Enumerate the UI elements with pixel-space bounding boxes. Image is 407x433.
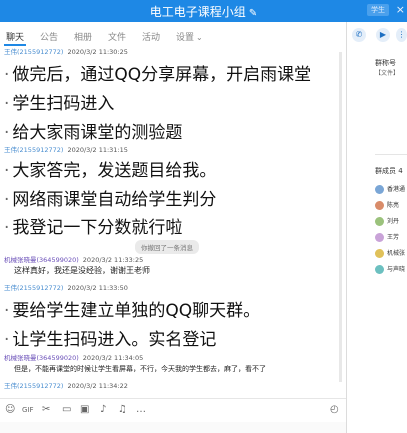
close-icon[interactable]: × xyxy=(396,3,405,16)
tab-settings[interactable]: 设置 ⌄ xyxy=(176,30,203,43)
gif-icon[interactable]: GIF xyxy=(22,406,34,414)
avatar xyxy=(375,265,384,274)
avatar xyxy=(375,217,384,226)
more-icon[interactable]: ⋮ xyxy=(396,28,407,42)
message-text: · 要给学生建立单独的QQ聊天群。 xyxy=(4,296,260,321)
message-content: 给大家雨课堂的测验题 xyxy=(12,123,183,143)
message-content: 网络雨课堂自动给学生判分 xyxy=(12,190,217,210)
message-header: 机械张晓曼(364599020) 2020/3/2 11:34:05 xyxy=(4,352,143,362)
title-bar: 电工电子课程小组 ✎ 学生 × xyxy=(0,0,407,22)
message-header: 王伟(2155912772) 2020/3/2 11:34:22 xyxy=(4,380,128,390)
image-icon[interactable]: ▣ xyxy=(80,404,89,415)
message-text: 但是，不能再课堂的时候让学生看屏幕，不行，今天我的学生都去，麻了，看不了 xyxy=(14,365,266,373)
message-text: · 学生扫码进入 xyxy=(4,89,114,114)
avatar xyxy=(375,249,384,258)
history-icon[interactable]: ◴ xyxy=(330,404,339,415)
message-text: 这样真好，我还是没经验，谢谢王老师 xyxy=(14,266,150,275)
panel-subtitle: 【文件】 xyxy=(375,68,399,77)
message-time: 2020/3/2 11:34:05 xyxy=(82,354,144,362)
message-time: 2020/3/2 11:33:25 xyxy=(82,256,144,264)
group-info-panel: 群称号 【文件】 群成员 4 香港通 陈亮 刘丹 王芳 机械张 与声晓 xyxy=(347,48,407,433)
panel-title: 群称号 xyxy=(375,59,396,67)
message-header: 王伟(2155912772) 2020/3/2 11:30:25 xyxy=(4,46,128,56)
message-content: 要给学生建立单独的QQ聊天群。 xyxy=(12,301,261,321)
phone-icon[interactable]: ✆ xyxy=(352,28,366,42)
message-time: 2020/3/2 11:34:22 xyxy=(67,382,128,390)
message-text: · 网络雨课堂自动给学生判分 xyxy=(4,185,216,210)
bullet-dot: · xyxy=(4,190,10,210)
more-tools-icon[interactable]: … xyxy=(136,404,146,415)
sender-name[interactable]: 机械张晓曼(364599020) xyxy=(4,256,79,264)
message-content: 大家答完，发送题目给我。 xyxy=(12,161,217,181)
message-header: 机械张晓曼(364599020) 2020/3/2 11:33:25 xyxy=(4,254,143,264)
settings-label: 设置 xyxy=(176,33,195,43)
window-button[interactable]: 学生 xyxy=(367,4,389,16)
tab-album[interactable]: 相册 xyxy=(74,30,92,43)
message-content: 我登记一下分数就行啦 xyxy=(12,218,183,238)
bullet-dot: · xyxy=(4,218,10,238)
sender-name[interactable]: 王伟(2155912772) xyxy=(4,382,63,390)
voice-icon[interactable]: ♪ xyxy=(100,404,106,415)
folder-icon[interactable]: ▭ xyxy=(62,404,71,415)
member-item[interactable]: 王芳 xyxy=(375,232,399,242)
bell-icon[interactable]: ♫ xyxy=(118,404,127,415)
member-item[interactable]: 刘丹 xyxy=(375,216,399,226)
bullet-dot: · xyxy=(4,161,10,181)
message-header: 王伟(2155912772) 2020/3/2 11:31:15 xyxy=(4,144,128,154)
message-content: 让学生扫码进入。实名登记 xyxy=(12,330,217,350)
system-notice: 你撤回了一条消息 xyxy=(135,240,199,254)
member-item[interactable]: 与声晓 xyxy=(375,264,405,274)
sender-name[interactable]: 王伟(2155912772) xyxy=(4,284,63,292)
avatar xyxy=(375,233,384,242)
message-time: 2020/3/2 11:30:25 xyxy=(67,48,128,56)
bullet-dot: · xyxy=(4,123,10,143)
screenshot-icon[interactable]: ✂ xyxy=(42,404,50,415)
members-header: 群成员 4 xyxy=(375,167,403,175)
member-name: 陈亮 xyxy=(387,202,400,209)
message-text: · 大家答完，发送题目给我。 xyxy=(4,156,216,181)
bullet-dot: · xyxy=(4,301,10,321)
message-time: 2020/3/2 11:31:15 xyxy=(67,146,128,154)
sender-name[interactable]: 王伟(2155912772) xyxy=(4,146,63,154)
member-item[interactable]: 机械张 xyxy=(375,248,405,258)
chevron-down-icon: ⌄ xyxy=(196,33,203,42)
bullet-dot: · xyxy=(4,94,10,114)
member-name: 香港通 xyxy=(387,186,406,193)
member-name: 王芳 xyxy=(387,234,400,241)
emoji-icon[interactable]: ☺ xyxy=(5,404,15,415)
bullet-dot: · xyxy=(4,65,10,85)
message-text: · 让学生扫码进入。实名登记 xyxy=(4,325,216,350)
tab-chat[interactable]: 聊天 xyxy=(6,30,24,43)
member-name: 机械张 xyxy=(387,250,406,257)
member-item[interactable]: 陈亮 xyxy=(375,200,399,210)
chat-message-list[interactable]: 王伟(2155912772) 2020/3/2 11:30:25 · 做完后，通过Q… xyxy=(0,46,346,398)
input-box[interactable] xyxy=(0,422,346,433)
avatar xyxy=(375,185,384,194)
member-name: 与声晓 xyxy=(387,266,406,273)
sender-name[interactable]: 王伟(2155912772) xyxy=(4,48,63,56)
video-icon[interactable]: ▶ xyxy=(376,28,390,42)
bullet-dot: · xyxy=(4,330,10,350)
message-time: 2020/3/2 11:33:50 xyxy=(67,284,128,292)
member-item[interactable]: 香港通 xyxy=(375,184,405,194)
message-content: 做完后，通过QQ分享屏幕，开启雨课堂 xyxy=(12,65,312,85)
panel-divider-line xyxy=(375,154,407,155)
chat-scrollbar[interactable] xyxy=(339,52,342,382)
message-header: 王伟(2155912772) 2020/3/2 11:33:50 xyxy=(4,282,128,292)
tab-files[interactable]: 文件 xyxy=(108,30,126,43)
group-name: 电工电子课程小组 xyxy=(149,5,246,19)
file-label[interactable]: 【文件】 xyxy=(375,70,399,77)
tab-announcement[interactable]: 公告 xyxy=(40,30,58,43)
avatar xyxy=(375,201,384,210)
window-title: 电工电子课程小组 ✎ xyxy=(0,3,407,20)
message-text: · 给大家雨课堂的测验题 xyxy=(4,118,182,143)
message-text: · 做完后，通过QQ分享屏幕，开启雨课堂 xyxy=(4,60,311,85)
edit-name-icon[interactable]: ✎ xyxy=(249,8,257,19)
input-toolbar: ☺ GIF ✂ ▭ ▣ ♪ ♫ … ◴ xyxy=(0,398,346,423)
message-text: · 我登记一下分数就行啦 xyxy=(4,213,182,238)
tab-activity[interactable]: 活动 xyxy=(142,30,160,43)
member-name: 刘丹 xyxy=(387,218,400,225)
sender-name[interactable]: 机械张晓曼(364599020) xyxy=(4,354,79,362)
message-content: 学生扫码进入 xyxy=(12,94,115,114)
